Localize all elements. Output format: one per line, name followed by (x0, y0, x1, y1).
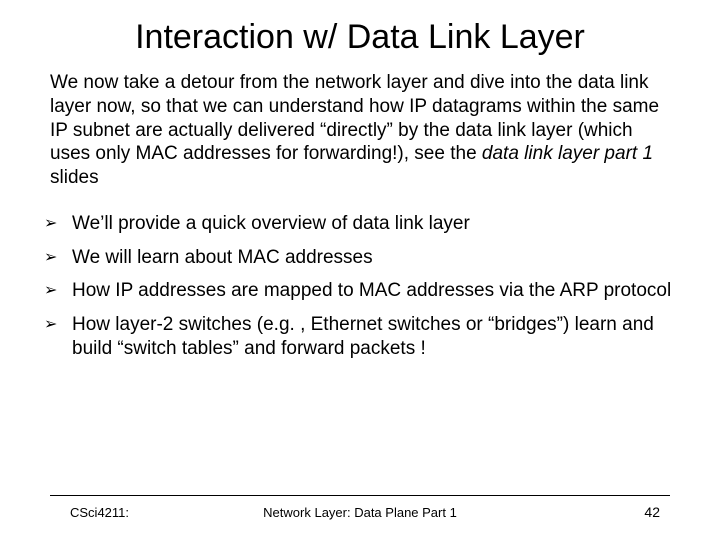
arrow-icon: ➢ (44, 248, 57, 268)
bullet-text: We will learn about MAC addresses (72, 247, 373, 268)
slide-title: Interaction w/ Data Link Layer (36, 18, 684, 57)
intro-paragraph: We now take a detour from the network la… (50, 71, 670, 190)
footer-title: Network Layer: Data Plane Part 1 (0, 505, 720, 520)
arrow-icon: ➢ (44, 281, 57, 301)
bullet-text: How IP addresses are mapped to MAC addre… (72, 280, 671, 301)
list-item: ➢ How IP addresses are mapped to MAC add… (44, 279, 676, 303)
page-number: 42 (644, 504, 660, 520)
intro-text-2: slides (50, 167, 99, 188)
arrow-icon: ➢ (44, 214, 57, 234)
bullet-text: We’ll provide a quick overview of data l… (72, 213, 470, 234)
bullet-text: How layer-2 switches (e.g. , Ethernet sw… (72, 314, 654, 359)
arrow-icon: ➢ (44, 315, 57, 335)
list-item: ➢ We’ll provide a quick overview of data… (44, 212, 676, 236)
list-item: ➢ We will learn about MAC addresses (44, 246, 676, 270)
footer-divider (50, 495, 670, 496)
list-item: ➢ How layer-2 switches (e.g. , Ethernet … (44, 313, 676, 361)
bullet-list: ➢ We’ll provide a quick overview of data… (44, 212, 676, 361)
intro-italic: data link layer part 1 (482, 143, 653, 164)
